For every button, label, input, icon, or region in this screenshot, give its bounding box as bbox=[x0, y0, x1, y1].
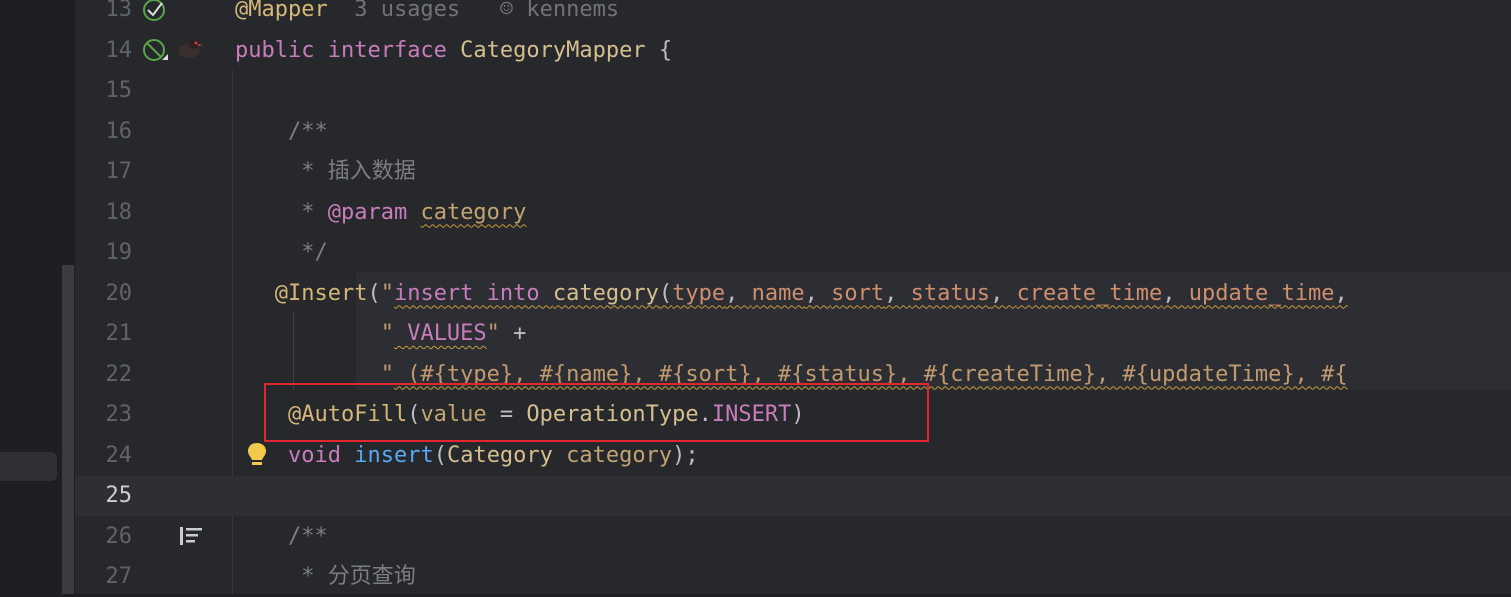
line-number[interactable]: 27 bbox=[75, 557, 133, 597]
line-number[interactable]: 21 bbox=[75, 314, 133, 354]
code-line-27[interactable]: 27 * 分页查询 bbox=[75, 557, 1511, 597]
code-line-21[interactable]: 21 " VALUES" + bbox=[75, 314, 1511, 354]
code-text[interactable]: " VALUES" + bbox=[235, 314, 527, 354]
code-line-13[interactable]: 13 @Mapper 3 usages ☺ kennems bbox=[75, 0, 1511, 30]
code-text[interactable]: /** bbox=[235, 112, 328, 152]
code-token: + bbox=[499, 321, 527, 346]
line-number[interactable]: 15 bbox=[75, 71, 133, 111]
code-token: void bbox=[287, 442, 341, 468]
code-text[interactable]: * 插入数据 bbox=[235, 152, 416, 192]
project-selected-item[interactable] bbox=[0, 452, 57, 481]
mybatis-bird-icon[interactable] bbox=[174, 34, 204, 64]
code-token: /** bbox=[235, 523, 328, 549]
line-number[interactable]: 19 bbox=[75, 233, 133, 273]
code-token: interface bbox=[327, 37, 461, 63]
code-token: { bbox=[645, 37, 673, 63]
code-token: Category bbox=[446, 442, 553, 468]
code-token: status bbox=[910, 280, 991, 306]
code-token: ( bbox=[658, 280, 673, 306]
code-token: category bbox=[420, 199, 527, 225]
code-text[interactable]: /** bbox=[235, 517, 328, 557]
code-token: ); bbox=[672, 442, 699, 468]
code-token: 3 usages bbox=[327, 0, 500, 22]
project-panel-scrollbar[interactable] bbox=[62, 265, 74, 594]
code-line-20[interactable]: 20 @Insert("insert into category(type, n… bbox=[75, 274, 1511, 314]
code-token: * 插入数据 bbox=[235, 159, 416, 184]
line-number[interactable]: 14 bbox=[75, 31, 133, 71]
code-token: update_time bbox=[1188, 280, 1335, 306]
code-text[interactable]: * @param category bbox=[235, 193, 526, 233]
code-token: public bbox=[235, 37, 328, 63]
line-number[interactable]: 17 bbox=[75, 152, 133, 192]
line-number[interactable]: 18 bbox=[75, 193, 133, 233]
code-token: CategoryMapper bbox=[460, 37, 646, 63]
code-token: * 分页查询 bbox=[235, 564, 416, 589]
code-line-18[interactable]: 18 * @param category bbox=[75, 193, 1511, 233]
code-text[interactable]: @Insert("insert into category(type, name… bbox=[235, 274, 1348, 314]
code-token: /** bbox=[235, 118, 328, 144]
code-token: , bbox=[990, 280, 1017, 306]
code-token: category bbox=[552, 280, 659, 306]
code-token: sort bbox=[831, 280, 885, 306]
line-number[interactable]: 20 bbox=[75, 274, 133, 314]
code-token: create_time bbox=[1016, 280, 1163, 306]
code-token: " bbox=[380, 321, 394, 346]
code-token: ( bbox=[367, 280, 381, 306]
code-token: kennems bbox=[513, 0, 620, 22]
code-token: * bbox=[235, 199, 328, 225]
code-token: name bbox=[751, 280, 805, 306]
code-text[interactable]: * 分页查询 bbox=[235, 557, 416, 597]
line-number[interactable]: 26 bbox=[75, 517, 133, 557]
code-token: insert bbox=[354, 442, 434, 468]
line-number[interactable]: 25 bbox=[75, 476, 133, 516]
autofill-highlight-box bbox=[264, 383, 929, 442]
code-line-15[interactable]: 15 bbox=[75, 71, 1511, 111]
code-text[interactable]: @Mapper 3 usages ☺ kennems bbox=[235, 0, 619, 30]
implemented-icon[interactable] bbox=[140, 0, 170, 26]
code-token: , bbox=[725, 280, 752, 306]
line-number[interactable]: 24 bbox=[75, 436, 133, 476]
lightbulb-icon[interactable] bbox=[246, 441, 268, 469]
code-line-16[interactable]: 16 /** bbox=[75, 112, 1511, 152]
not-implemented-icon[interactable] bbox=[140, 34, 170, 66]
code-line-26[interactable]: 26 /** bbox=[75, 517, 1511, 557]
line-number[interactable]: 23 bbox=[75, 395, 133, 435]
code-text[interactable]: */ bbox=[235, 233, 328, 273]
code-line-19[interactable]: 19 */ bbox=[75, 233, 1511, 273]
code-token: " bbox=[380, 280, 394, 306]
code-token: , bbox=[1162, 280, 1189, 306]
code-token: @param bbox=[327, 199, 408, 225]
project-panel bbox=[0, 0, 75, 594]
code-text[interactable]: public interface CategoryMapper { bbox=[235, 31, 672, 71]
line-number[interactable]: 22 bbox=[75, 355, 133, 395]
code-token: ☺ bbox=[499, 0, 514, 22]
code-token: , bbox=[884, 280, 911, 306]
code-token: ( bbox=[433, 442, 447, 468]
line-number[interactable]: 16 bbox=[75, 112, 133, 152]
code-token: VALUES bbox=[393, 321, 487, 346]
code-token: , bbox=[804, 280, 832, 306]
code-line-14[interactable]: 14 public interface CategoryMapper { bbox=[75, 31, 1511, 71]
line-number[interactable]: 13 bbox=[75, 0, 133, 30]
code-token: category bbox=[566, 442, 673, 468]
code-line-17[interactable]: 17 * 插入数据 bbox=[75, 152, 1511, 192]
code-token: insert into bbox=[393, 280, 553, 306]
code-token: @Insert bbox=[235, 280, 368, 306]
code-token: @Mapper bbox=[235, 0, 328, 22]
code-token: , bbox=[1334, 280, 1348, 306]
code-token: " bbox=[486, 321, 500, 346]
code-line-25[interactable]: 25 bbox=[75, 476, 1511, 516]
code-token: type bbox=[672, 280, 726, 306]
code-token: */ bbox=[235, 240, 328, 265]
structure-icon[interactable] bbox=[178, 525, 204, 547]
